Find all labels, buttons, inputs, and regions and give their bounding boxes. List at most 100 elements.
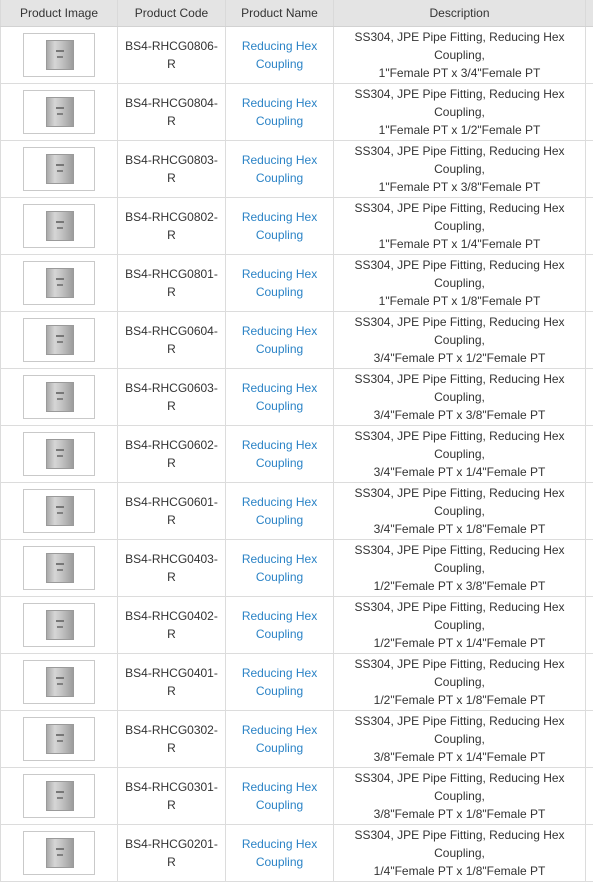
product-name-cell: Reducing Hex Coupling <box>225 653 334 711</box>
product-name-link[interactable]: Reducing Hex Coupling <box>242 39 317 71</box>
table-row: BS4-RHCG0402-R Reducing Hex Coupling SS3… <box>0 596 593 654</box>
description-cell: SS304, JPE Pipe Fitting, Reducing Hex Co… <box>333 26 586 84</box>
description-line-1: SS304, JPE Pipe Fitting, Reducing Hex Co… <box>354 657 565 689</box>
extra-cell <box>585 197 593 255</box>
product-name-link[interactable]: Reducing Hex Coupling <box>242 666 317 698</box>
description-cell: SS304, JPE Pipe Fitting, Reducing Hex Co… <box>333 710 586 768</box>
product-image-cell <box>0 83 118 141</box>
product-code: BS4-RHCG0801-R <box>117 254 226 312</box>
table-row: BS4-RHCG0602-R Reducing Hex Coupling SS3… <box>0 425 593 483</box>
description-line-1: SS304, JPE Pipe Fitting, Reducing Hex Co… <box>354 258 565 290</box>
product-table-container: Product Image Product Code Product Name … <box>0 0 593 891</box>
extra-cell <box>585 140 593 198</box>
header-description: Description <box>333 0 586 27</box>
product-name-link[interactable]: Reducing Hex Coupling <box>242 609 317 641</box>
product-name-link[interactable]: Reducing Hex Coupling <box>242 438 317 470</box>
product-name-link[interactable]: Reducing Hex Coupling <box>242 267 317 299</box>
product-name-link[interactable]: Reducing Hex Coupling <box>242 552 317 584</box>
description-line-1: SS304, JPE Pipe Fitting, Reducing Hex Co… <box>354 315 565 347</box>
hex-coupling-shape <box>46 838 74 868</box>
extra-cell <box>585 254 593 312</box>
hex-coupling-shape <box>46 439 74 469</box>
description-line-2: 3/8"Female PT x 1/8"Female PT <box>373 807 546 821</box>
product-name-link[interactable]: Reducing Hex Coupling <box>242 723 317 755</box>
product-code: BS4-RHCG0602-R <box>117 425 226 483</box>
product-image-cell <box>0 482 118 540</box>
hex-coupling-shape <box>46 610 74 640</box>
description-line-2: 3/4"Female PT x 1/8"Female PT <box>373 522 546 536</box>
description-line-1: SS304, JPE Pipe Fitting, Reducing Hex Co… <box>354 201 565 233</box>
pipe-fitting-thumbnail-icon[interactable] <box>23 33 95 77</box>
extra-cell <box>585 824 593 882</box>
product-name-link[interactable]: Reducing Hex Coupling <box>242 96 317 128</box>
product-image-cell <box>0 311 118 369</box>
description-cell: SS304, JPE Pipe Fitting, Reducing Hex Co… <box>333 368 586 426</box>
table-row: BS4-RHCG0603-R Reducing Hex Coupling SS3… <box>0 368 593 426</box>
pipe-fitting-thumbnail-icon[interactable] <box>23 717 95 761</box>
pipe-fitting-thumbnail-icon[interactable] <box>23 603 95 647</box>
product-code: BS4-RHCG0806-R <box>117 26 226 84</box>
description-cell: SS304, JPE Pipe Fitting, Reducing Hex Co… <box>333 83 586 141</box>
pipe-fitting-thumbnail-icon[interactable] <box>23 204 95 248</box>
header-product-code: Product Code <box>117 0 226 27</box>
description-line-1: SS304, JPE Pipe Fitting, Reducing Hex Co… <box>354 714 565 746</box>
hex-coupling-shape <box>46 667 74 697</box>
hex-coupling-shape <box>46 553 74 583</box>
description-line-2: 1/4"Female PT x 1/8"Female PT <box>373 864 546 878</box>
pipe-fitting-thumbnail-icon[interactable] <box>23 774 95 818</box>
pipe-fitting-thumbnail-icon[interactable] <box>23 318 95 362</box>
description-cell: SS304, JPE Pipe Fitting, Reducing Hex Co… <box>333 197 586 255</box>
product-code: BS4-RHCG0804-R <box>117 83 226 141</box>
description-line-1: SS304, JPE Pipe Fitting, Reducing Hex Co… <box>354 30 565 62</box>
product-name-cell: Reducing Hex Coupling <box>225 767 334 825</box>
product-code: BS4-RHCG0603-R <box>117 368 226 426</box>
table-row: BS4-RHCG0806-R Reducing Hex Coupling SS3… <box>0 26 593 84</box>
hex-coupling-shape <box>46 496 74 526</box>
pipe-fitting-thumbnail-icon[interactable] <box>23 432 95 476</box>
table-row: BS4-RHCG0302-R Reducing Hex Coupling SS3… <box>0 710 593 768</box>
extra-cell <box>585 311 593 369</box>
product-name-cell: Reducing Hex Coupling <box>225 311 334 369</box>
hex-coupling-shape <box>46 211 74 241</box>
header-row: Product Image Product Code Product Name … <box>0 0 593 27</box>
product-image-cell <box>0 197 118 255</box>
product-name-cell: Reducing Hex Coupling <box>225 824 334 882</box>
description-line-2: 1"Female PT x 1/4"Female PT <box>378 237 541 251</box>
pipe-fitting-thumbnail-icon[interactable] <box>23 90 95 134</box>
extra-cell <box>585 83 593 141</box>
pipe-fitting-thumbnail-icon[interactable] <box>23 375 95 419</box>
description-cell: SS304, JPE Pipe Fitting, Reducing Hex Co… <box>333 824 586 882</box>
product-name-link[interactable]: Reducing Hex Coupling <box>242 324 317 356</box>
product-name-link[interactable]: Reducing Hex Coupling <box>242 495 317 527</box>
product-code: BS4-RHCG0803-R <box>117 140 226 198</box>
extra-cell <box>585 425 593 483</box>
description-cell: SS304, JPE Pipe Fitting, Reducing Hex Co… <box>333 539 586 597</box>
product-name-link[interactable]: Reducing Hex Coupling <box>242 153 317 185</box>
product-image-cell <box>0 710 118 768</box>
pipe-fitting-thumbnail-icon[interactable] <box>23 489 95 533</box>
product-name-cell: Reducing Hex Coupling <box>225 482 334 540</box>
pipe-fitting-thumbnail-icon[interactable] <box>23 831 95 875</box>
product-image-cell <box>0 368 118 426</box>
product-name-link[interactable]: Reducing Hex Coupling <box>242 210 317 242</box>
product-code: BS4-RHCG0402-R <box>117 596 226 654</box>
pipe-fitting-thumbnail-icon[interactable] <box>23 546 95 590</box>
hex-coupling-shape <box>46 97 74 127</box>
table-row: BS4-RHCG0802-R Reducing Hex Coupling SS3… <box>0 197 593 255</box>
product-image-cell <box>0 539 118 597</box>
hex-coupling-shape <box>46 325 74 355</box>
description-line-1: SS304, JPE Pipe Fitting, Reducing Hex Co… <box>354 372 565 404</box>
extra-cell <box>585 368 593 426</box>
pipe-fitting-thumbnail-icon[interactable] <box>23 660 95 704</box>
pipe-fitting-thumbnail-icon[interactable] <box>23 261 95 305</box>
product-name-link[interactable]: Reducing Hex Coupling <box>242 780 317 812</box>
product-name-cell: Reducing Hex Coupling <box>225 710 334 768</box>
table-body: BS4-RHCG0806-R Reducing Hex Coupling SS3… <box>0 26 593 882</box>
header-product-name: Product Name <box>225 0 334 27</box>
product-name-link[interactable]: Reducing Hex Coupling <box>242 381 317 413</box>
table-row: BS4-RHCG0804-R Reducing Hex Coupling SS3… <box>0 83 593 141</box>
description-line-2: 3/4"Female PT x 3/8"Female PT <box>373 408 546 422</box>
pipe-fitting-thumbnail-icon[interactable] <box>23 147 95 191</box>
product-name-link[interactable]: Reducing Hex Coupling <box>242 837 317 869</box>
description-cell: SS304, JPE Pipe Fitting, Reducing Hex Co… <box>333 254 586 312</box>
